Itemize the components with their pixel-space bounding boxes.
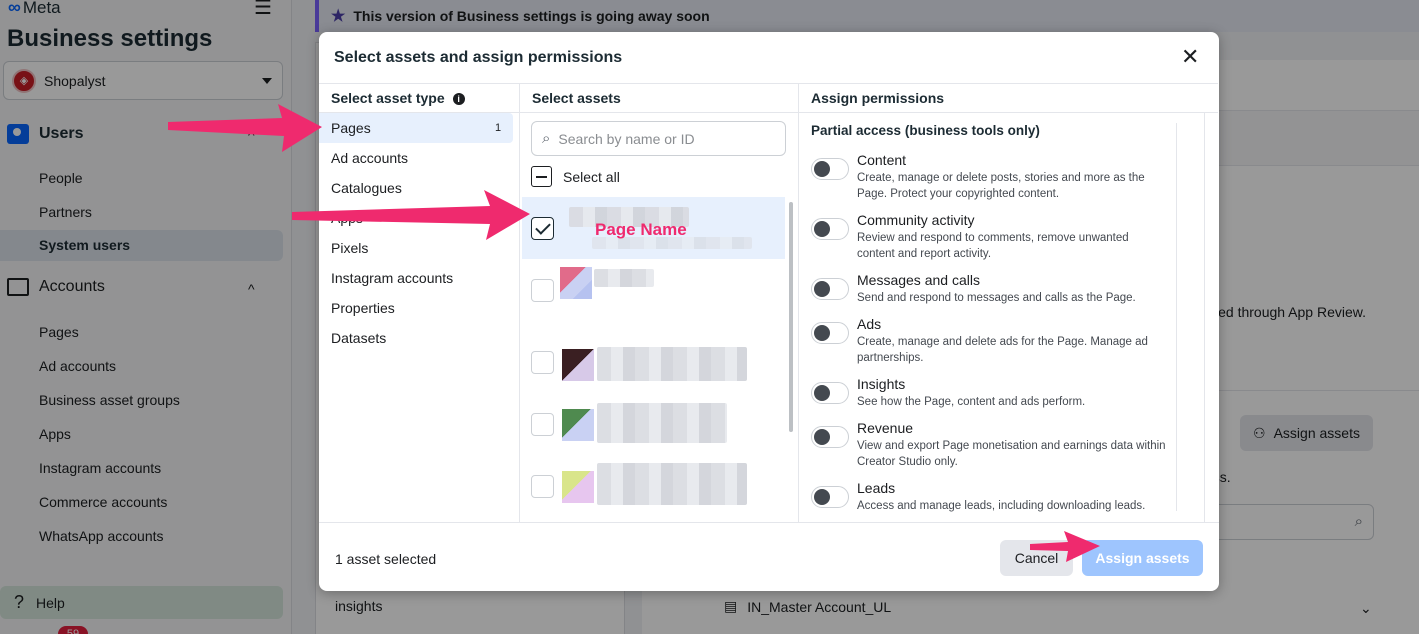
annotation-arrow <box>168 104 1100 562</box>
arrow-to-asset <box>292 190 530 240</box>
arrow-to-assign <box>1030 531 1100 562</box>
annotation-arrows <box>168 104 1100 562</box>
arrow-to-pages <box>168 104 322 152</box>
